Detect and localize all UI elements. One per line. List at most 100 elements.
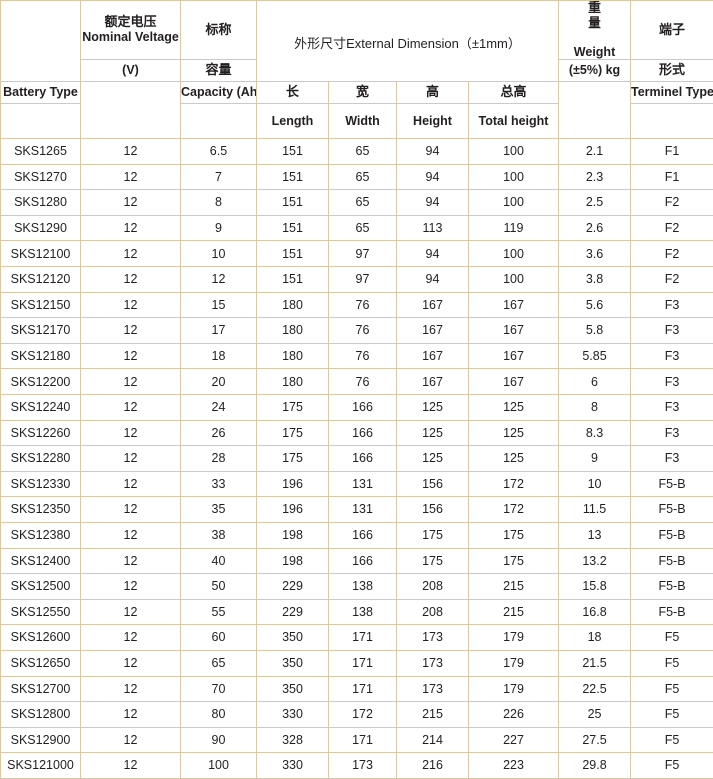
- cell-terminal: F3: [631, 395, 713, 421]
- cell-voltage: 12: [81, 446, 181, 472]
- cell-model: SKS121000: [1, 753, 81, 779]
- cell-width: 76: [329, 318, 397, 344]
- cell-voltage: 12: [81, 267, 181, 293]
- cell-model: SKS12900: [1, 727, 81, 753]
- table-row: SKS12380123819816617517513F5-B: [1, 522, 713, 548]
- table-header: 额定电压 Nominal Veltage 标称 外形尺寸External Dim…: [1, 1, 713, 139]
- cell-length: 229: [257, 574, 329, 600]
- cell-terminal: F5-B: [631, 599, 713, 625]
- table-row: SKS12330123319613115617210F5-B: [1, 471, 713, 497]
- cell-width: 65: [329, 190, 397, 216]
- cell-length: 350: [257, 650, 329, 676]
- table-row: SKS127012715165941002.3F1: [1, 164, 713, 190]
- cell-height: 125: [397, 395, 469, 421]
- cell-height: 125: [397, 420, 469, 446]
- cell-voltage: 12: [81, 702, 181, 728]
- cell-width: 171: [329, 676, 397, 702]
- cell-terminal: F5-B: [631, 522, 713, 548]
- nominal-voltage-en: Nominal Veltage: [82, 30, 179, 44]
- cell-length: 151: [257, 139, 329, 165]
- cell-voltage: 12: [81, 727, 181, 753]
- cell-length: 198: [257, 548, 329, 574]
- cell-length: 330: [257, 753, 329, 779]
- cell-model: SKS12170: [1, 318, 81, 344]
- cell-voltage: 12: [81, 164, 181, 190]
- cell-height: 215: [397, 702, 469, 728]
- cell-voltage: 12: [81, 625, 181, 651]
- cell-height: 125: [397, 446, 469, 472]
- cell-terminal: F2: [631, 241, 713, 267]
- cell-length: 180: [257, 343, 329, 369]
- cell-terminal: F5-B: [631, 548, 713, 574]
- table-row: SKS122001220180761671676F3: [1, 369, 713, 395]
- cell-total-height: 227: [469, 727, 559, 753]
- table-row: SKS12120121215197941003.8F2: [1, 267, 713, 293]
- header-cell-capacity-en: Capacity (Ah): [181, 82, 257, 104]
- cell-voltage: 12: [81, 395, 181, 421]
- header-cell-height-en: Height: [397, 104, 469, 139]
- cell-total-height: 125: [469, 446, 559, 472]
- cell-capacity: 10: [181, 241, 257, 267]
- cell-height: 208: [397, 599, 469, 625]
- header-cell-battery-type-en: Battery Type: [1, 82, 81, 104]
- cell-total-height: 175: [469, 548, 559, 574]
- cell-weight: 13: [559, 522, 631, 548]
- cell-width: 171: [329, 727, 397, 753]
- cell-weight: 13.2: [559, 548, 631, 574]
- cell-width: 171: [329, 650, 397, 676]
- terminal-cn-bottom: 形式: [659, 62, 685, 77]
- table-row: SKS12550125522913820821516.8F5-B: [1, 599, 713, 625]
- cell-weight: 29.8: [559, 753, 631, 779]
- cell-model: SKS1290: [1, 215, 81, 241]
- cell-total-height: 172: [469, 471, 559, 497]
- cell-weight: 21.5: [559, 650, 631, 676]
- cell-total-height: 125: [469, 395, 559, 421]
- cell-terminal: F5-B: [631, 574, 713, 600]
- cell-width: 65: [329, 215, 397, 241]
- table-row: SKS12650126535017117317921.5F5: [1, 650, 713, 676]
- cell-voltage: 12: [81, 343, 181, 369]
- cell-voltage: 12: [81, 599, 181, 625]
- cell-length: 151: [257, 190, 329, 216]
- cell-capacity: 12: [181, 267, 257, 293]
- table-row: SKS128012815165941002.5F2: [1, 190, 713, 216]
- cell-weight: 6: [559, 369, 631, 395]
- table-row: SKS121701217180761671675.8F3: [1, 318, 713, 344]
- total-height-cn: 总高: [501, 84, 527, 99]
- cell-terminal: F5: [631, 753, 713, 779]
- cell-voltage: 12: [81, 522, 181, 548]
- cell-capacity: 60: [181, 625, 257, 651]
- cell-weight: 15.8: [559, 574, 631, 600]
- cell-height: 173: [397, 650, 469, 676]
- cell-voltage: 12: [81, 190, 181, 216]
- cell-weight: 2.5: [559, 190, 631, 216]
- header-cell-length-cn: 长: [257, 82, 329, 104]
- cell-total-height: 215: [469, 574, 559, 600]
- cell-total-height: 215: [469, 599, 559, 625]
- cell-terminal: F1: [631, 139, 713, 165]
- cell-voltage: 12: [81, 139, 181, 165]
- cell-width: 97: [329, 241, 397, 267]
- cell-voltage: 12: [81, 369, 181, 395]
- cell-capacity: 24: [181, 395, 257, 421]
- header-row-1: 额定电压 Nominal Veltage 标称 外形尺寸External Dim…: [1, 1, 713, 60]
- cell-height: 167: [397, 369, 469, 395]
- external-dimension-cn: 外形尺寸: [294, 37, 346, 52]
- cell-length: 196: [257, 497, 329, 523]
- cell-terminal: F5-B: [631, 497, 713, 523]
- cell-model: SKS12240: [1, 395, 81, 421]
- header-cell-voltage-spacer: [81, 82, 181, 139]
- cell-length: 151: [257, 241, 329, 267]
- cell-weight: 10: [559, 471, 631, 497]
- header-cell-capacity-spacer: [181, 104, 257, 139]
- cell-height: 94: [397, 241, 469, 267]
- cell-terminal: F3: [631, 292, 713, 318]
- cell-capacity: 38: [181, 522, 257, 548]
- cell-total-height: 167: [469, 343, 559, 369]
- cell-length: 198: [257, 522, 329, 548]
- header-cell-terminal-cn-bottom: 形式: [631, 60, 713, 82]
- cell-width: 131: [329, 471, 397, 497]
- table-row: SKS12350123519613115617211.5F5-B: [1, 497, 713, 523]
- cell-height: 94: [397, 267, 469, 293]
- cell-height: 113: [397, 215, 469, 241]
